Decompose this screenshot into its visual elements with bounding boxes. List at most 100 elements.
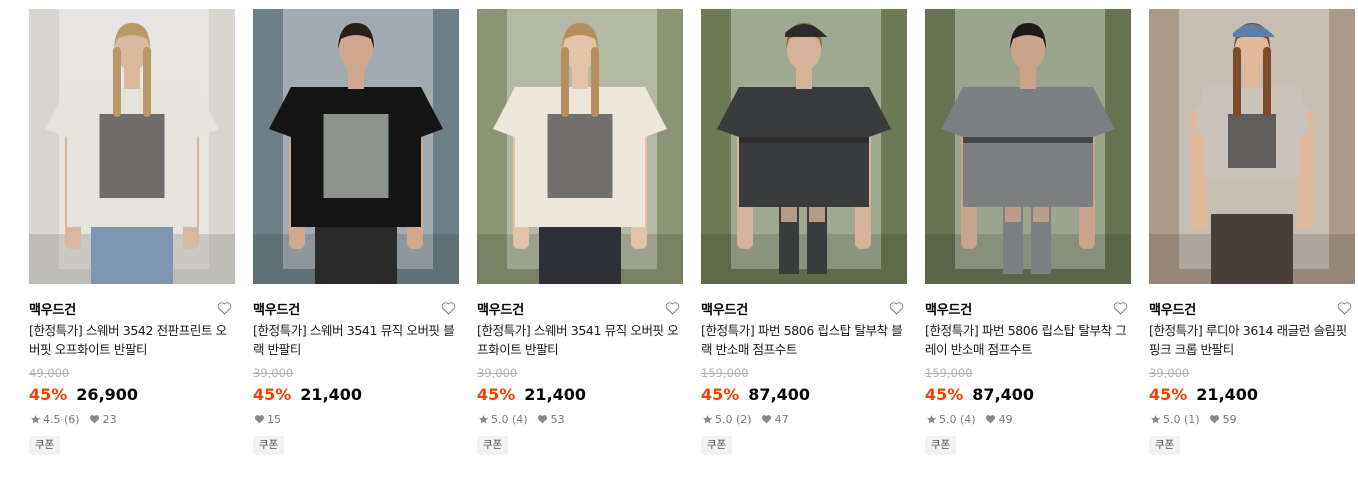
likes-count: 47 (774, 412, 789, 426)
coupon-badge: 쿠폰 (925, 436, 957, 455)
likes-count: 15 (267, 412, 281, 426)
product-image[interactable] (253, 9, 459, 284)
coupon-badge: 쿠폰 (1149, 436, 1181, 455)
original-price: 49,000 (29, 366, 70, 380)
product-card-5[interactable]: 맥우드건 [한정특가] 파번 5806 립스탑 탈부착 그레이 반소매 점프수트… (925, 9, 1131, 455)
brand-row: 맥우드건 (29, 298, 235, 318)
price-row: 45% 87,400 (701, 382, 907, 406)
original-price: 39,000 (477, 366, 518, 380)
rating-text: 5.0 (4) (939, 412, 976, 426)
product-image[interactable] (925, 9, 1131, 284)
rating-group: 5.0 (4) (477, 413, 528, 426)
heart-filled-icon (1209, 413, 1221, 425)
meta-row: 15 (253, 411, 459, 427)
brand-name[interactable]: 맥우드건 (477, 299, 524, 318)
likes-group: 49 (985, 413, 1013, 426)
product-card-2[interactable]: 맥우드건 [한정특가] 스웨버 3541 뮤직 오버핏 블랙 반팔티 39,00… (253, 9, 459, 455)
brand-row: 맥우드건 (477, 298, 683, 318)
star-icon (1149, 413, 1161, 425)
likes-count: 49 (998, 412, 1013, 426)
price-row: 45% 21,400 (253, 382, 459, 406)
coupon-badge: 쿠폰 (701, 436, 733, 455)
sale-price: 26,900 (76, 384, 139, 404)
meta-row: 4.5 (6) 23 (29, 411, 235, 427)
brand-row: 맥우드건 (1149, 298, 1355, 318)
original-price: 159,000 (925, 366, 973, 380)
heart-outline-icon[interactable] (663, 299, 681, 317)
price-row: 45% 26,900 (29, 382, 235, 406)
product-card-1[interactable]: 맥우드건 [한정특가] 스웨버 3542 전판프린트 오버핏 오프화이트 반팔티… (29, 9, 235, 455)
discount-rate: 45% (477, 384, 516, 404)
model-photo (29, 9, 235, 284)
coupon-badge: 쿠폰 (253, 436, 285, 455)
sale-price: 87,400 (748, 384, 811, 404)
rating-group: 5.0 (4) (925, 413, 976, 426)
likes-group: 47 (761, 413, 789, 426)
model-photo (477, 9, 683, 284)
product-name[interactable]: [한정특가] 루디아 3614 래글런 슬림핏 핑크 크롭 반팔티 (1149, 321, 1355, 359)
original-price: 39,000 (253, 366, 294, 380)
heart-filled-icon (985, 413, 997, 425)
product-image[interactable] (29, 9, 235, 284)
product-card-6[interactable]: 맥우드건 [한정특가] 루디아 3614 래글런 슬림핏 핑크 크롭 반팔티 3… (1149, 9, 1355, 455)
heart-filled-icon (537, 413, 549, 425)
sale-price: 21,400 (1196, 384, 1259, 404)
product-card-4[interactable]: 맥우드건 [한정특가] 파번 5806 립스탑 탈부착 블랙 반소매 점프수트 … (701, 9, 907, 455)
heart-outline-icon[interactable] (215, 299, 233, 317)
rating-text: 5.0 (1) (1163, 412, 1200, 426)
rating-group: 5.0 (1) (1149, 413, 1200, 426)
price-row: 45% 87,400 (925, 382, 1131, 406)
product-card-3[interactable]: 맥우드건 [한정특가] 스웨버 3541 뮤직 오버핏 오프화이트 반팔티 39… (477, 9, 683, 455)
price-row: 45% 21,400 (1149, 382, 1355, 406)
heart-filled-icon (89, 413, 101, 425)
discount-rate: 45% (701, 384, 740, 404)
product-grid: 맥우드건 [한정특가] 스웨버 3542 전판프린트 오버핏 오프화이트 반팔티… (29, 9, 1355, 455)
product-name[interactable]: [한정특가] 스웨버 3542 전판프린트 오버핏 오프화이트 반팔티 (29, 321, 235, 359)
rating-group: 5.0 (2) (701, 413, 752, 426)
model-photo (1149, 9, 1355, 284)
product-name[interactable]: [한정특가] 스웨버 3541 뮤직 오버핏 블랙 반팔티 (253, 321, 459, 359)
likes-count: 59 (1222, 412, 1237, 426)
product-image[interactable] (701, 9, 907, 284)
likes-count: 53 (550, 412, 565, 426)
likes-group: 15 (253, 413, 281, 426)
model-photo (253, 9, 459, 284)
heart-outline-icon[interactable] (887, 299, 905, 317)
heart-filled-icon (761, 413, 773, 425)
product-image[interactable] (1149, 9, 1355, 284)
star-icon (477, 413, 489, 425)
likes-count: 23 (102, 412, 117, 426)
product-name[interactable]: [한정특가] 스웨버 3541 뮤직 오버핏 오프화이트 반팔티 (477, 321, 683, 359)
rating-text: 5.0 (4) (491, 412, 528, 426)
discount-rate: 45% (29, 384, 68, 404)
model-photo (701, 9, 907, 284)
star-icon (701, 413, 713, 425)
brand-name[interactable]: 맥우드건 (701, 299, 748, 318)
original-price: 39,000 (1149, 366, 1190, 380)
discount-rate: 45% (253, 384, 292, 404)
likes-group: 53 (537, 413, 565, 426)
discount-rate: 45% (925, 384, 964, 404)
likes-group: 23 (89, 413, 117, 426)
meta-row: 5.0 (4) 53 (477, 411, 683, 427)
meta-row: 5.0 (4) 49 (925, 411, 1131, 427)
brand-name[interactable]: 맥우드건 (253, 299, 300, 318)
product-name[interactable]: [한정특가] 파번 5806 립스탑 탈부착 그레이 반소매 점프수트 (925, 321, 1131, 359)
product-name[interactable]: [한정특가] 파번 5806 립스탑 탈부착 블랙 반소매 점프수트 (701, 321, 907, 359)
heart-outline-icon[interactable] (1335, 299, 1353, 317)
discount-rate: 45% (1149, 384, 1188, 404)
brand-row: 맥우드건 (253, 298, 459, 318)
brand-name[interactable]: 맥우드건 (925, 299, 972, 318)
price-row: 45% 21,400 (477, 382, 683, 406)
meta-row: 5.0 (1) 59 (1149, 411, 1355, 427)
brand-name[interactable]: 맥우드건 (29, 299, 76, 318)
coupon-badge: 쿠폰 (477, 436, 509, 455)
meta-row: 5.0 (2) 47 (701, 411, 907, 427)
brand-name[interactable]: 맥우드건 (1149, 299, 1196, 318)
heart-outline-icon[interactable] (439, 299, 457, 317)
likes-group: 59 (1209, 413, 1237, 426)
rating-text: 5.0 (2) (715, 412, 752, 426)
star-icon (925, 413, 937, 425)
heart-outline-icon[interactable] (1111, 299, 1129, 317)
product-image[interactable] (477, 9, 683, 284)
